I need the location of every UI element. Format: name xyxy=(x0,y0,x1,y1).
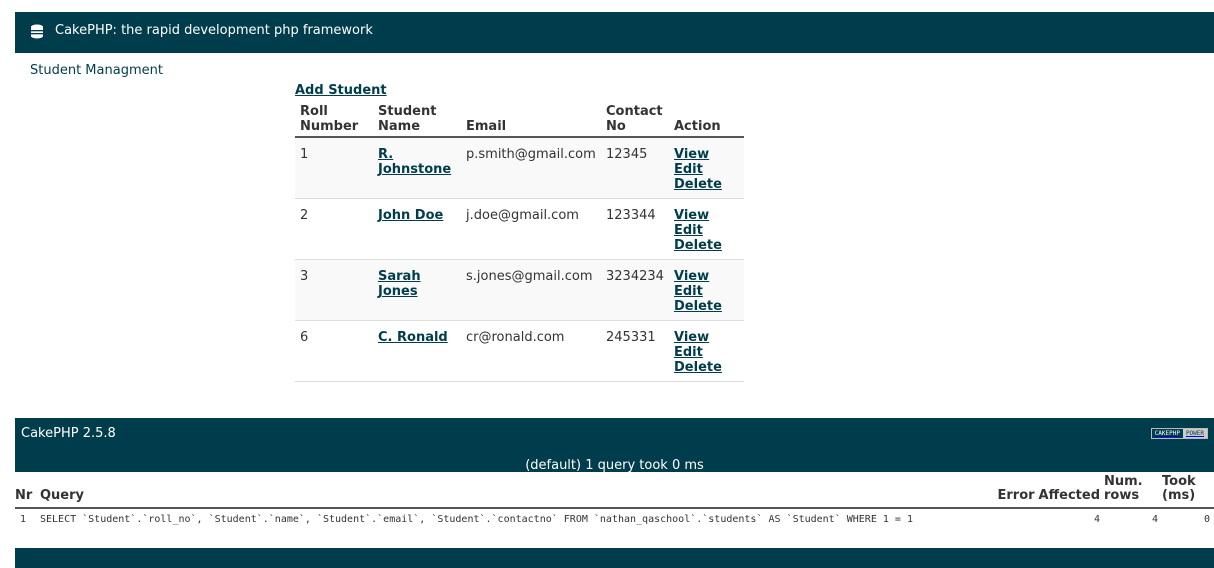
cell-roll: 2 xyxy=(295,198,373,260)
table-row: 6 C. Ronald cr@ronald.com 245331 View Ed… xyxy=(295,320,744,382)
cell-actions: View Edit Delete xyxy=(669,259,744,321)
cell-roll: 6 xyxy=(295,320,373,382)
edit-link[interactable]: Edit xyxy=(674,345,739,360)
app-title: CakePHP: the rapid development php frame… xyxy=(55,23,373,38)
header-query: Query xyxy=(40,472,998,509)
header-nr: Nr xyxy=(15,472,40,509)
header-error: Error xyxy=(997,472,1039,509)
cell-email: s.jones@gmail.com xyxy=(461,259,601,321)
footer-bar: CakePHP 2.5.8 CAKEPHP POWER (default) 1 … xyxy=(15,418,1214,473)
student-name-link[interactable]: John Doe xyxy=(378,208,443,223)
student-name-link[interactable]: Sarah Jones xyxy=(378,269,421,299)
students-header-row: Roll Number Student Name Email Contact N… xyxy=(295,102,744,138)
header-student-name: Student Name xyxy=(373,102,461,138)
powered-by-cakephp-badge[interactable]: CAKEPHP POWER xyxy=(1150,428,1208,439)
sql-nr: 1 xyxy=(20,514,27,525)
view-link[interactable]: View xyxy=(674,269,739,284)
cake-logo-icon xyxy=(31,24,43,39)
header-affected: Affected xyxy=(1038,472,1104,509)
cell-roll: 3 xyxy=(295,259,373,321)
sql-affected: 4 xyxy=(1093,514,1100,525)
add-student-link[interactable]: Add Student xyxy=(295,83,387,98)
header-action: Action xyxy=(669,102,744,138)
header-contact-no: Contact No xyxy=(601,102,669,138)
nav-student-management: Student Managment xyxy=(30,63,163,78)
delete-link[interactable]: Delete xyxy=(674,238,739,253)
cell-contact: 12345 xyxy=(601,137,669,199)
cell-roll: 1 xyxy=(295,137,373,199)
cell-email: cr@ronald.com xyxy=(461,320,601,382)
table-row: 1 R. Johnstone p.smith@gmail.com 12345 V… xyxy=(295,137,744,199)
view-link[interactable]: View xyxy=(674,147,739,162)
cell-contact: 245331 xyxy=(601,320,669,382)
cell-actions: View Edit Delete xyxy=(669,198,744,260)
delete-link[interactable]: Delete xyxy=(674,299,739,314)
cell-email: p.smith@gmail.com xyxy=(461,137,601,199)
cell-contact: 3234234 xyxy=(601,259,669,321)
view-link[interactable]: View xyxy=(674,208,739,223)
bottom-bar xyxy=(15,548,1214,568)
cell-email: j.doe@gmail.com xyxy=(461,198,601,260)
powered-badge-left: CAKEPHP xyxy=(1151,429,1183,438)
cakephp-version: CakePHP 2.5.8 xyxy=(21,426,116,441)
header-num-rows: Num. rows xyxy=(1104,472,1162,509)
sql-error xyxy=(998,508,1039,530)
student-name-link[interactable]: C. Ronald xyxy=(378,330,448,345)
sql-query: SELECT `Student`.`roll_no`, `Student`.`n… xyxy=(40,514,913,525)
header-took-ms: Took (ms) xyxy=(1162,472,1214,509)
table-row: 1 SELECT `Student`.`roll_no`, `Student`.… xyxy=(15,508,1214,530)
sql-summary: (default) 1 query took 0 ms xyxy=(525,458,704,473)
students-table: Roll Number Student Name Email Contact N… xyxy=(295,102,744,382)
cell-actions: View Edit Delete xyxy=(669,137,744,199)
cell-contact: 123344 xyxy=(601,198,669,260)
student-name-link[interactable]: R. Johnstone xyxy=(378,147,451,177)
header-email: Email xyxy=(461,102,601,138)
sql-log-table: Nr Query Error Affected Num. rows Took (… xyxy=(15,472,1214,530)
edit-link[interactable]: Edit xyxy=(674,162,739,177)
delete-link[interactable]: Delete xyxy=(674,177,739,192)
header-roll-number: Roll Number xyxy=(295,102,373,138)
sql-num-rows: 4 xyxy=(1151,514,1158,525)
table-row: 3 Sarah Jones s.jones@gmail.com 3234234 … xyxy=(295,259,744,321)
sql-took: 0 xyxy=(1203,514,1210,525)
app-header: CakePHP: the rapid development php frame… xyxy=(15,12,1214,53)
delete-link[interactable]: Delete xyxy=(674,360,739,375)
sql-header-row: Nr Query Error Affected Num. rows Took (… xyxy=(15,472,1214,509)
edit-link[interactable]: Edit xyxy=(674,223,739,238)
cell-actions: View Edit Delete xyxy=(669,320,744,382)
table-row: 2 John Doe j.doe@gmail.com 123344 View E… xyxy=(295,198,744,260)
view-link[interactable]: View xyxy=(674,330,739,345)
edit-link[interactable]: Edit xyxy=(674,284,739,299)
powered-badge-right: POWER xyxy=(1182,429,1207,438)
